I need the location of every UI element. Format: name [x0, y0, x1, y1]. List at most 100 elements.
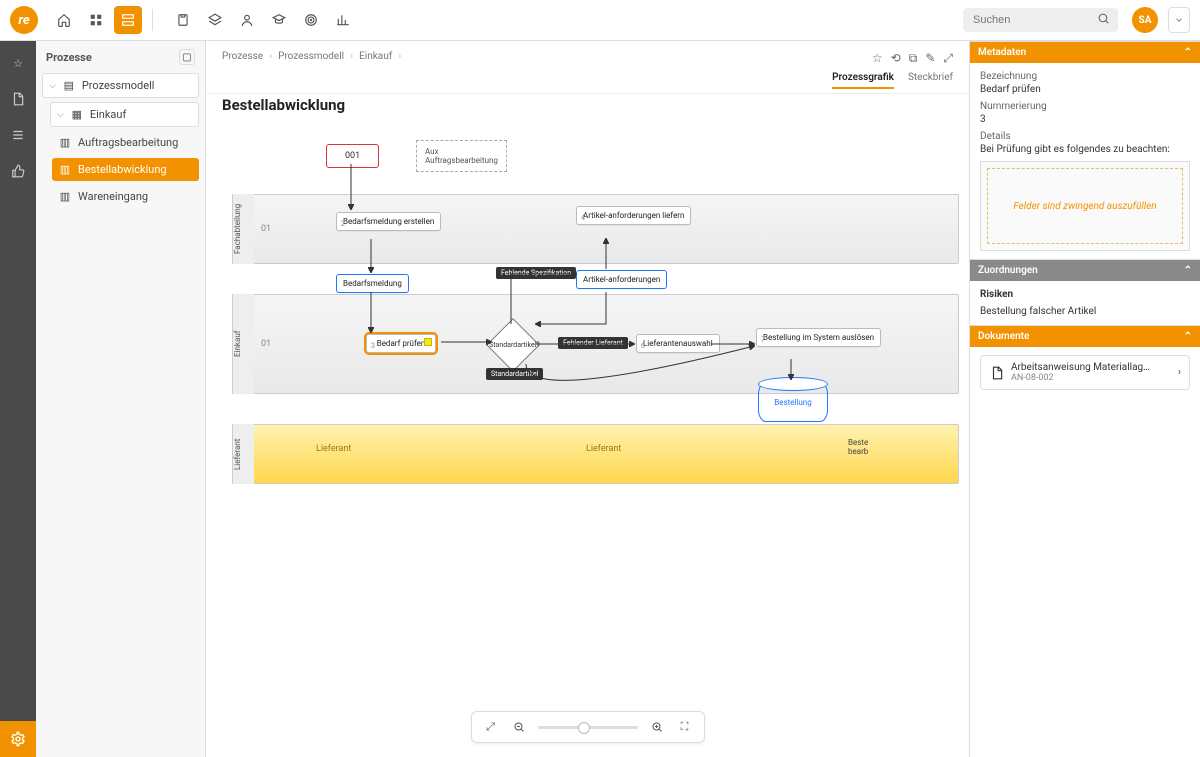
process-icon: ▥	[58, 163, 72, 176]
breadcrumbs: Prozesse› Prozessmodell› Einkauf›	[222, 51, 401, 62]
topbar: re SA	[0, 0, 1200, 41]
zoom-out-icon[interactable]	[510, 718, 528, 736]
chevron-up-icon	[1184, 265, 1192, 276]
star-icon[interactable]: ☆	[872, 51, 883, 66]
chevron-up-icon	[1184, 47, 1192, 58]
tab-prozessgrafik[interactable]: Prozessgrafik	[832, 72, 894, 89]
user-icon[interactable]	[233, 6, 261, 34]
chart-bar-icon[interactable]	[329, 6, 357, 34]
node-marker-icon	[424, 338, 432, 346]
tree-item-bestellabwicklung[interactable]: ▥ Bestellabwicklung	[52, 158, 199, 181]
tree-item-auftragsbearbeitung[interactable]: ▥ Auftragsbearbeitung	[52, 131, 199, 154]
app-root: re SA	[0, 0, 1200, 757]
node-lieferantenauswahl[interactable]: Lieferantenauswahl 6	[636, 334, 720, 353]
swimlane-label: Einkauf	[232, 294, 254, 394]
tree-item-einkauf[interactable]: ⌵ ▦ Einkauf	[50, 102, 199, 127]
grid-icon: ▦	[70, 108, 84, 121]
app-logo[interactable]: re	[10, 6, 38, 34]
node-bedarfsmeldung-erstellen[interactable]: Bedarfsmeldung erstellen 2	[336, 212, 441, 231]
panel-metadata: Metadaten Bezeichnung Bedarf prüfen Numm…	[970, 41, 1200, 259]
copy-icon[interactable]: ⧉	[909, 51, 918, 66]
meta-val-details: Bei Prüfung gibt es folgendes zu beachte…	[980, 144, 1190, 155]
layers-icon[interactable]	[201, 6, 229, 34]
panel-dokumente: Dokumente Arbeitsanweisung Materiallag…	[970, 325, 1200, 398]
tree-item-label: Wareneingang	[78, 190, 148, 203]
new-window-icon[interactable]: ⤢	[943, 51, 953, 66]
zoom-slider[interactable]	[538, 726, 638, 729]
center-column: Prozesse› Prozessmodell› Einkauf› ☆ ⟲ ⧉ …	[206, 41, 970, 757]
tree-item-prozessmodell[interactable]: ⌵ ▤ Prozessmodell	[42, 73, 199, 98]
header-action-icons: ☆ ⟲ ⧉ ✎ ⤢	[872, 51, 953, 66]
doc-bedarfsmeldung[interactable]: Bedarfsmeldung	[336, 274, 409, 293]
topbar-primary-icons	[50, 6, 142, 34]
metadata-preview-image[interactable]: Felder sind zwingend auszufüllen	[980, 161, 1190, 251]
diagram-start-node[interactable]: 001	[326, 144, 379, 168]
process-icon: ▥	[58, 136, 72, 149]
rail-settings-icon[interactable]	[0, 721, 36, 757]
crumb[interactable]: Prozesse	[222, 51, 263, 62]
header-row: Prozesse› Prozessmodell› Einkauf› ☆ ⟲ ⧉ …	[206, 41, 969, 94]
node-artikel-anforderungen-liefern[interactable]: Artikel-anforderungen liefern 4	[576, 206, 691, 225]
rail-thumbs-up-icon[interactable]	[8, 161, 28, 181]
fullscreen-icon[interactable]: ⛶	[676, 718, 694, 736]
zuord-subtitle: Risiken	[980, 289, 1190, 300]
document-item[interactable]: Arbeitsanweisung Materiallag… AN-08-002 …	[980, 355, 1190, 390]
target-icon[interactable]	[297, 6, 325, 34]
clipboard-icon[interactable]	[169, 6, 197, 34]
crumb[interactable]: Einkauf	[359, 51, 392, 62]
document-icon: ▤	[62, 79, 76, 92]
rail-star-icon[interactable]: ☆	[8, 53, 28, 73]
panel-title: Dokumente	[978, 331, 1029, 342]
panel-header-metadata[interactable]: Metadaten	[970, 42, 1200, 63]
zuord-item[interactable]: Bestellung falscher Artikel	[980, 306, 1190, 317]
node-number: 2	[341, 220, 345, 228]
panel-header-dokumente[interactable]: Dokumente	[970, 326, 1200, 347]
home-icon[interactable]	[50, 6, 78, 34]
node-bestellung-ausloesen[interactable]: Bestellung im System auslösen 7	[756, 328, 881, 347]
user-avatar[interactable]: SA	[1132, 7, 1158, 33]
view-controls: ☆ ⟲ ⧉ ✎ ⤢ Prozessgrafik Steckbrief	[832, 51, 953, 89]
tree-title-row: Prozesse ▢	[36, 41, 205, 73]
node-number: 6	[641, 342, 645, 350]
swimlane-id: 01	[261, 224, 271, 234]
zoom-in-icon[interactable]	[648, 718, 666, 736]
page-title: Bestellabwicklung	[206, 94, 969, 124]
swimlane-id: 01	[261, 339, 271, 349]
zoom-fit-icon[interactable]: ⤢	[482, 718, 500, 736]
user-menu-caret[interactable]	[1168, 7, 1190, 33]
tree-item-wareneingang[interactable]: ▥ Wareneingang	[52, 185, 199, 208]
education-icon[interactable]	[265, 6, 293, 34]
topbar-separator	[152, 9, 153, 31]
zoom-toolbar: ⤢ ⛶	[471, 711, 705, 743]
tree-item-label: Prozessmodell	[82, 79, 155, 92]
tree-item-label: Bestellabwicklung	[78, 163, 167, 176]
crumb[interactable]: Prozessmodell	[278, 51, 344, 62]
search-field[interactable]	[963, 8, 1118, 32]
datastore-bestellung[interactable]: Bestellung	[758, 382, 828, 422]
edit-icon[interactable]: ✎	[925, 51, 935, 66]
document-title: Arbeitsanweisung Materiallag…	[1011, 362, 1150, 373]
tree-collapse-icon[interactable]: ▢	[179, 49, 195, 65]
node-label: Bedarf prüfen	[377, 339, 426, 348]
document-icon	[989, 365, 1005, 381]
diagram-canvas[interactable]: 001 Aux Auftragsbearbeitung Fachabteilun…	[206, 124, 969, 757]
rail-document-icon[interactable]	[8, 89, 28, 109]
topbar-secondary-icons	[169, 6, 357, 34]
node-number: 7	[761, 336, 765, 344]
edge-label-fehlender-lieferant: Fehlender Lieferant	[558, 337, 628, 349]
lane3-lieferant-left: Lieferant	[316, 444, 351, 454]
tab-steckbrief[interactable]: Steckbrief	[908, 72, 953, 89]
doc-artikelanforderungen[interactable]: Artikel-anforderungen	[576, 270, 667, 289]
process-module-icon[interactable]	[114, 6, 142, 34]
node-label: Artikel-anforderungen liefern	[583, 211, 684, 220]
panel-header-zuordnungen[interactable]: Zuordnungen	[970, 260, 1200, 281]
node-bedarf-pruefen[interactable]: Bedarf prüfen 3	[366, 334, 436, 353]
search-input[interactable]	[971, 13, 1091, 27]
chevron-down-icon: ⌵	[57, 110, 64, 120]
diagram-aux-node[interactable]: Aux Auftragsbearbeitung	[416, 140, 507, 172]
refresh-icon[interactable]: ⟲	[891, 51, 901, 66]
rail-menu-icon[interactable]	[8, 125, 28, 145]
apps-icon[interactable]	[82, 6, 110, 34]
main: Prozesse› Prozessmodell› Einkauf› ☆ ⟲ ⧉ …	[206, 41, 1200, 757]
chevron-up-icon	[1184, 331, 1192, 342]
